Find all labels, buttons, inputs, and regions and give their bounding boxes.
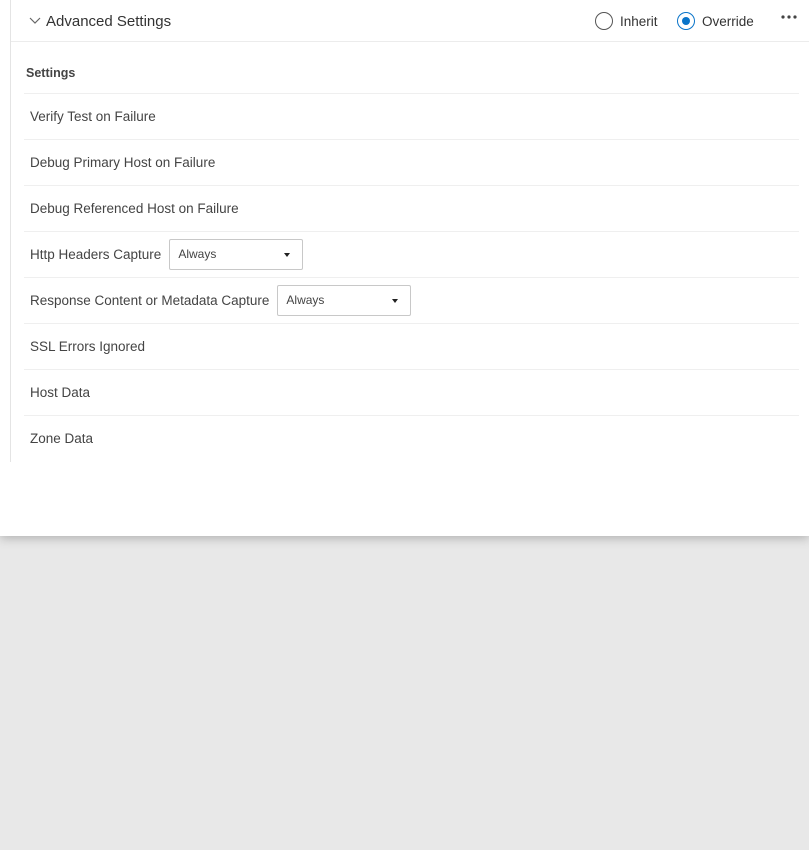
panel-header: Advanced Settings Inherit Override <box>11 0 809 42</box>
setting-row-zone-data: Zone Data <box>24 415 799 461</box>
setting-label: Debug Referenced Host on Failure <box>30 201 239 216</box>
setting-label: Zone Data <box>30 431 94 446</box>
inherit-radio[interactable]: Inherit <box>595 11 658 31</box>
setting-row-response-content-capture: Response Content or Metadata Capture Alw… <box>24 277 799 323</box>
more-horizontal-icon[interactable] <box>778 8 802 28</box>
panel-left-border <box>10 0 11 462</box>
setting-row-host-data: Host Data <box>24 369 799 415</box>
caret-down-icon <box>392 299 399 303</box>
setting-label: Http Headers Capture <box>30 247 162 262</box>
caret-down-icon <box>284 253 291 257</box>
inherit-radio-circle[interactable] <box>595 12 613 30</box>
setting-row-debug-primary-host: Debug Primary Host on Failure <box>24 139 799 185</box>
setting-label: SSL Errors Ignored <box>30 339 146 354</box>
override-radio-label[interactable]: Override <box>702 14 754 29</box>
setting-row-debug-referenced-host: Debug Referenced Host on Failure <box>24 185 799 231</box>
setting-row-http-headers-capture: Http Headers Capture Always <box>24 231 799 277</box>
panel-title[interactable]: Advanced Settings <box>46 12 171 32</box>
setting-label: Verify Test on Failure <box>30 109 156 124</box>
setting-label: Response Content or Metadata Capture <box>30 293 270 308</box>
override-radio-circle[interactable] <box>677 12 695 30</box>
response-content-capture-select[interactable]: Always <box>277 285 412 316</box>
http-headers-capture-select[interactable]: Always <box>169 239 304 270</box>
override-radio[interactable]: Override <box>677 11 754 31</box>
advanced-settings-panel: Advanced Settings Inherit Override Setti… <box>0 0 809 536</box>
select-value: Always <box>178 247 217 261</box>
setting-label: Host Data <box>30 385 91 400</box>
settings-list: Verify Test on Failure Debug Primary Hos… <box>24 93 799 461</box>
select-value: Always <box>286 293 325 307</box>
chevron-down-icon[interactable] <box>27 12 43 28</box>
setting-label: Debug Primary Host on Failure <box>30 155 216 170</box>
inherit-radio-label[interactable]: Inherit <box>620 14 658 29</box>
setting-row-ssl-errors-ignored: SSL Errors Ignored <box>24 323 799 369</box>
setting-row-verify-test: Verify Test on Failure <box>24 93 799 139</box>
settings-section-heading: Settings <box>26 66 76 80</box>
